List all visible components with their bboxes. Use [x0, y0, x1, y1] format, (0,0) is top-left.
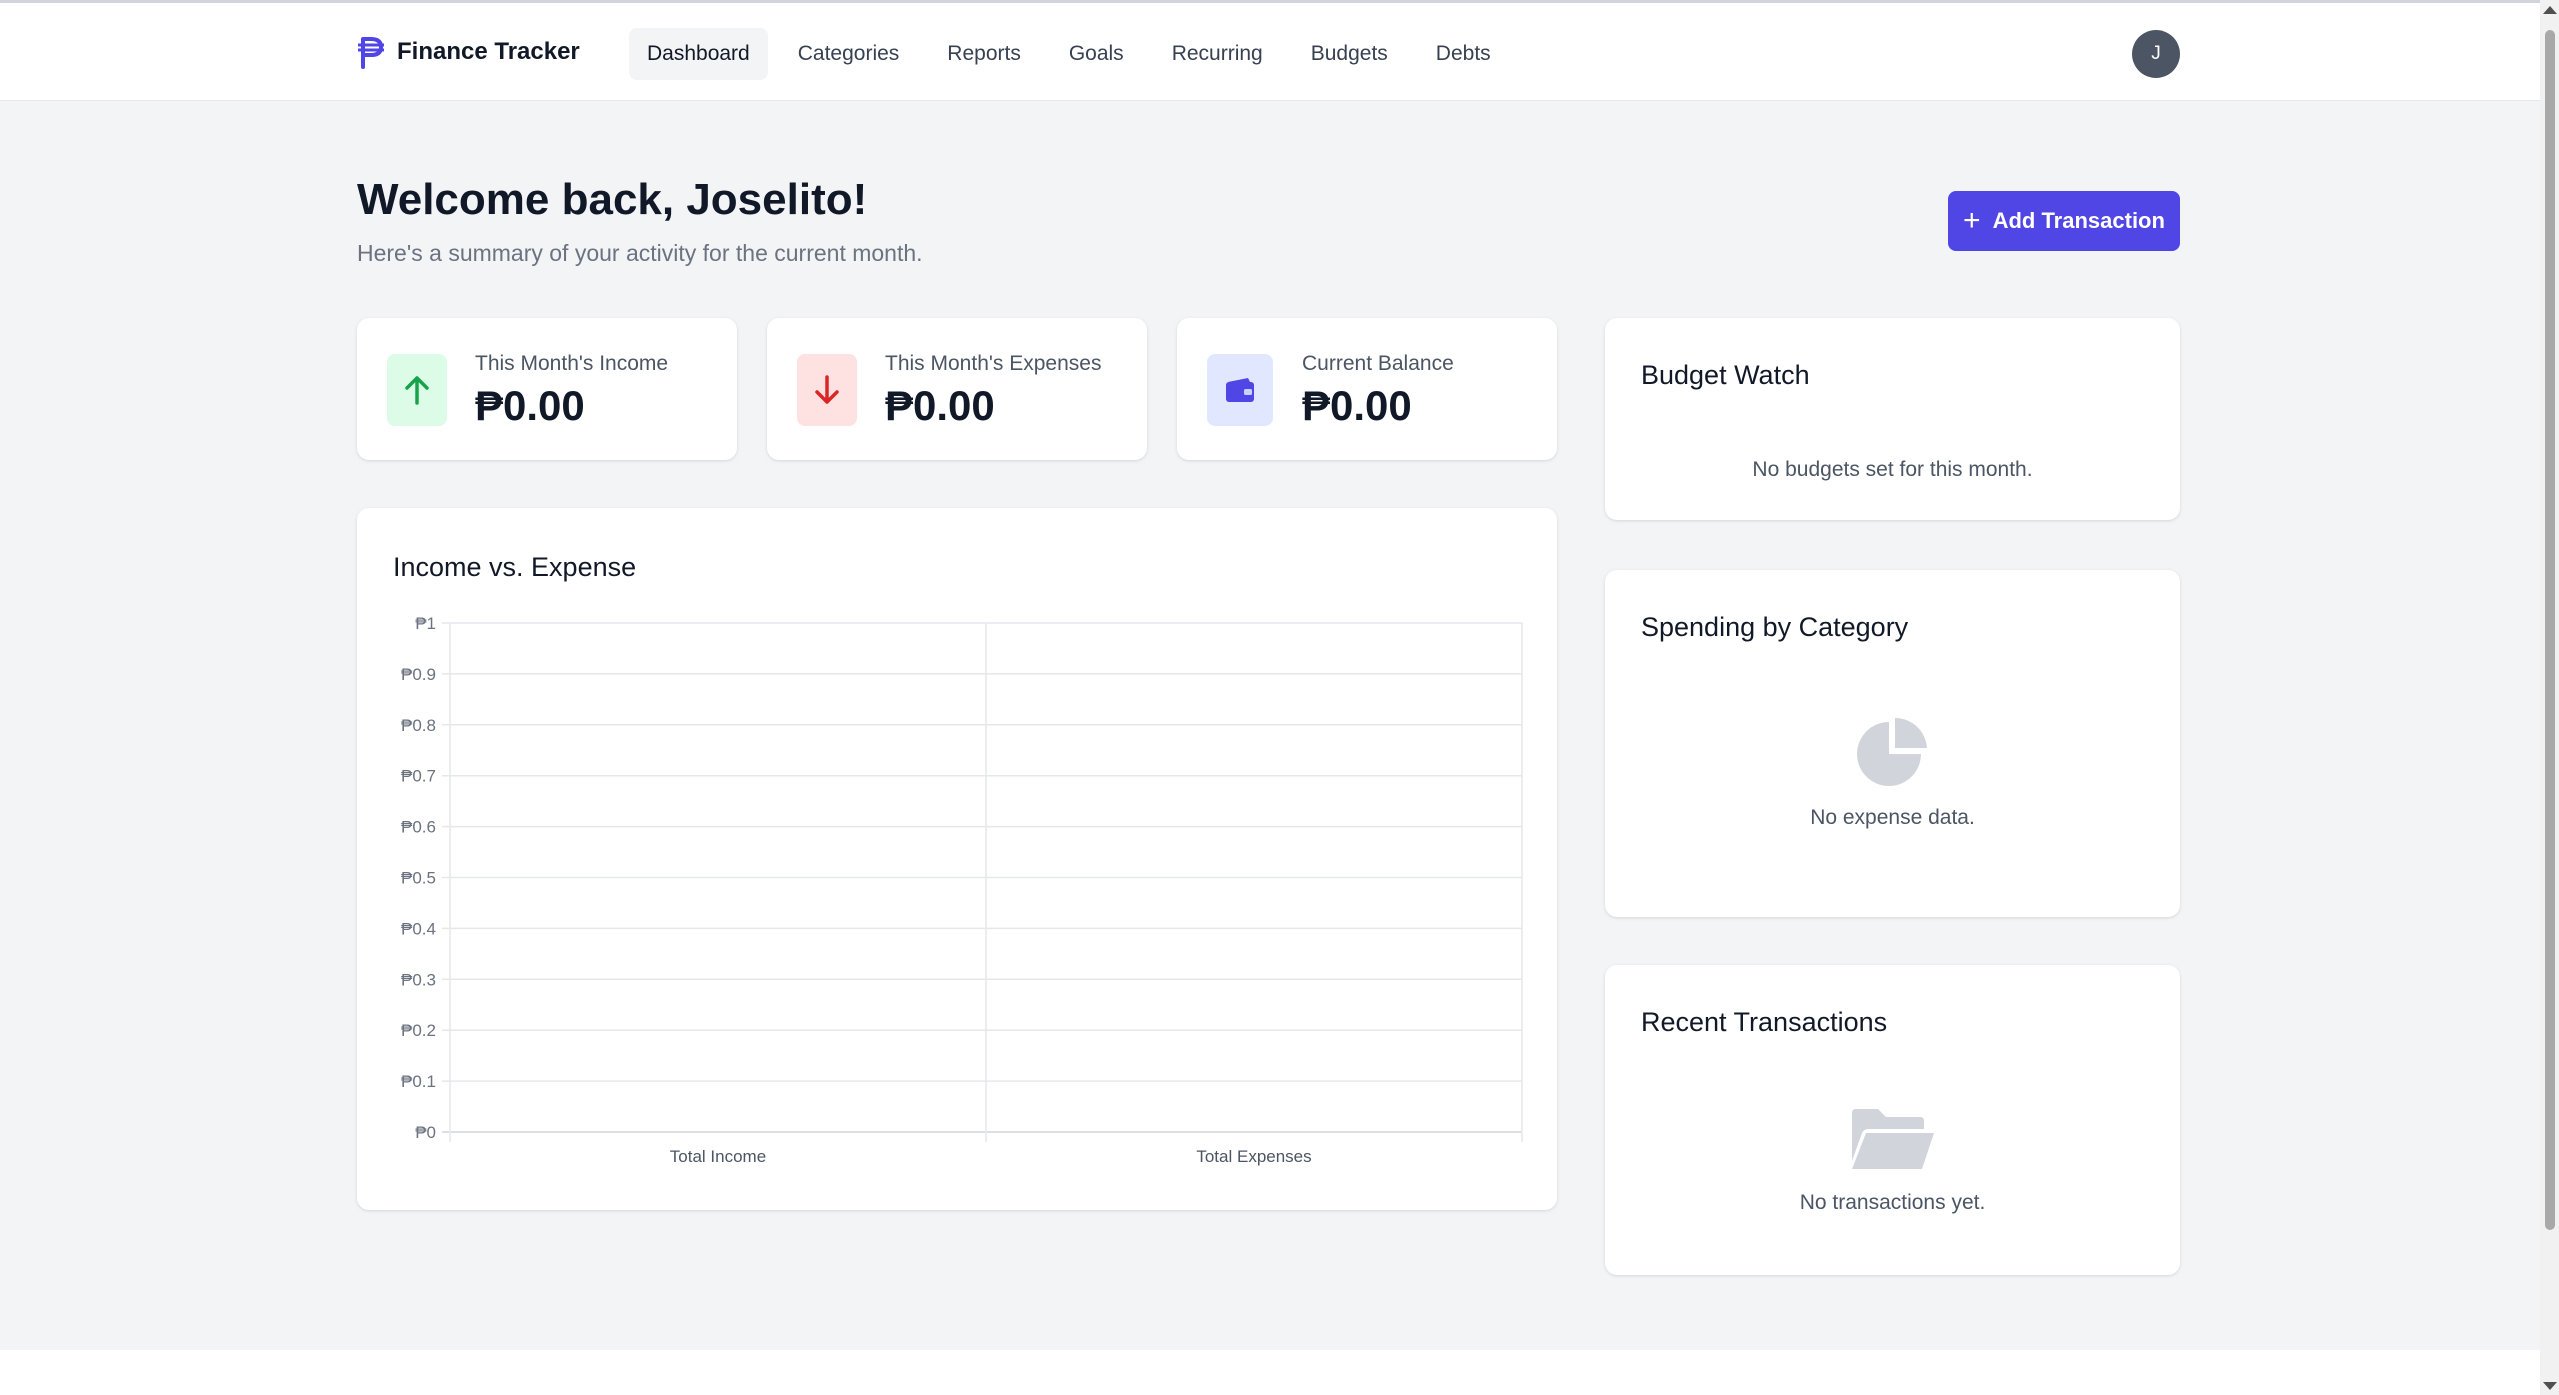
- plus-icon: +: [1963, 204, 1981, 237]
- y-tick-label: ₱0.3: [401, 970, 436, 989]
- y-tick-label: ₱0.1: [401, 1072, 436, 1091]
- brand-name: Finance Tracker: [397, 38, 580, 65]
- welcome-subtitle: Here's a summary of your activity for th…: [357, 240, 923, 266]
- nav-categories[interactable]: Categories: [780, 28, 918, 80]
- spending-by-category-card: Spending by Category No expense data.: [1605, 570, 2180, 917]
- income-stat-card: This Month's Income ₱0.00: [357, 318, 737, 460]
- income-vs-expense-card: Income vs. Expense ₱0 ₱0.1 ₱0.2 ₱0.3 ₱0.4 ₱0.…: [357, 508, 1557, 1210]
- income-label: This Month's Income: [475, 352, 669, 375]
- y-tick-label: ₱0.4: [401, 919, 436, 938]
- y-tick-label: ₱0.7: [401, 767, 436, 786]
- budget-watch-title: Budget Watch: [1641, 360, 1810, 390]
- y-tick-label: ₱0.6: [401, 818, 436, 837]
- x-tick-label: Total Income: [670, 1147, 766, 1166]
- recent-empty-text: No transactions yet.: [1799, 1191, 1986, 1214]
- budget-empty-text: No budgets set for this month.: [1752, 458, 2033, 481]
- nav-debts[interactable]: Debts: [1418, 28, 1509, 80]
- user-avatar[interactable]: J: [2132, 30, 2180, 78]
- x-tick-label: Total Expenses: [1196, 1147, 1311, 1166]
- folder-open-icon: [1852, 1109, 1934, 1169]
- balance-label: Current Balance: [1302, 352, 1454, 375]
- add-transaction-button[interactable]: + Add Transaction: [1948, 191, 2180, 251]
- main-nav: Dashboard Categories Reports Goals Recur…: [629, 28, 1509, 80]
- add-transaction-label: Add Transaction: [1992, 208, 2165, 233]
- expenses-value: ₱0.00: [885, 382, 995, 429]
- vertical-scrollbar[interactable]: [2540, 0, 2559, 1395]
- expenses-stat-card: This Month's Expenses ₱0.00: [767, 318, 1147, 460]
- recent-transactions-card: Recent Transactions No transactions yet.: [1605, 965, 2180, 1275]
- page-footer: [0, 1350, 2540, 1395]
- y-tick-label: ₱0.8: [401, 716, 436, 735]
- budget-watch-card: Budget Watch No budgets set for this mon…: [1605, 318, 2180, 520]
- income-value: ₱0.00: [475, 382, 585, 429]
- balance-value: ₱0.00: [1302, 382, 1412, 429]
- y-tick-label: ₱0.2: [401, 1021, 436, 1040]
- scroll-thumb[interactable]: [2545, 30, 2555, 1230]
- income-expense-chart: ₱0 ₱0.1 ₱0.2 ₱0.3 ₱0.4 ₱0.5 ₱0.6 ₱0.7 ₱0.8 ₱0.9 ₱1…: [401, 614, 1523, 1166]
- spending-title: Spending by Category: [1641, 612, 1909, 642]
- arrow-up-icon: [387, 354, 447, 426]
- brand[interactable]: Finance Tracker: [357, 35, 580, 69]
- nav-reports[interactable]: Reports: [929, 28, 1039, 80]
- nav-budgets[interactable]: Budgets: [1293, 28, 1406, 80]
- arrow-down-icon: [797, 354, 857, 426]
- recent-title: Recent Transactions: [1641, 1007, 1888, 1037]
- balance-stat-card: Current Balance ₱0.00: [1177, 318, 1557, 460]
- peso-logo-icon: [358, 37, 384, 69]
- pie-chart-icon: [1857, 717, 1927, 786]
- nav-dashboard[interactable]: Dashboard: [629, 28, 768, 80]
- y-tick-label: ₱0.9: [401, 665, 436, 684]
- welcome-heading: Welcome back, Joselito!: [357, 175, 868, 224]
- y-tick-label: ₱1: [415, 614, 436, 633]
- wallet-icon: [1207, 354, 1273, 426]
- spending-empty-text: No expense data.: [1810, 806, 1975, 829]
- nav-recurring[interactable]: Recurring: [1154, 28, 1281, 80]
- expenses-label: This Month's Expenses: [885, 352, 1102, 375]
- nav-goals[interactable]: Goals: [1051, 28, 1142, 80]
- y-tick-label: ₱0: [415, 1123, 436, 1142]
- scroll-down-arrow-icon[interactable]: [2543, 1382, 2557, 1390]
- y-tick-label: ₱0.5: [401, 869, 436, 888]
- scroll-up-arrow-icon[interactable]: [2543, 6, 2557, 14]
- top-navbar: Finance Tracker Dashboard Categories Rep…: [0, 3, 2540, 101]
